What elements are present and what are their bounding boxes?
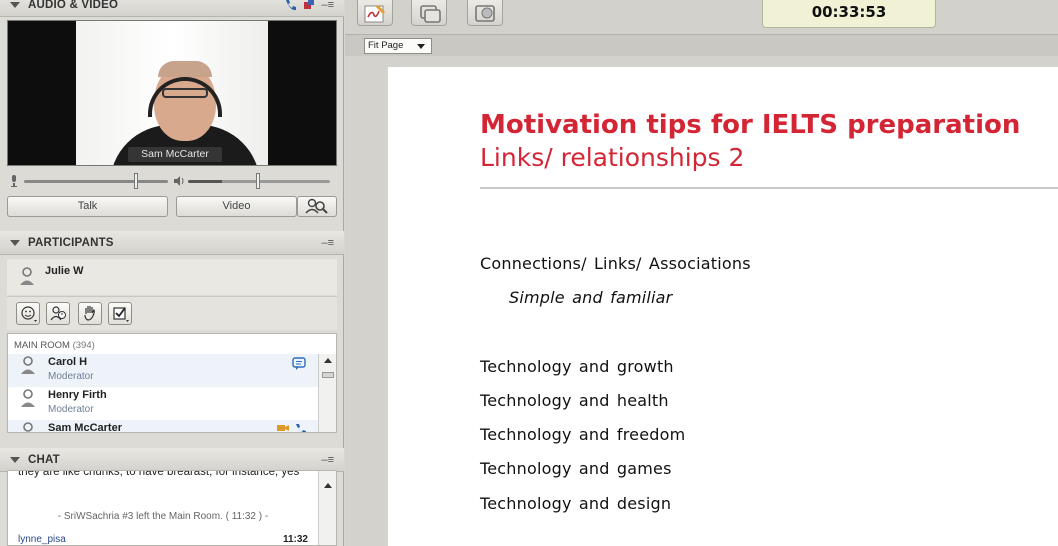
whiteboard-icon bbox=[364, 3, 388, 28]
scroll-up-icon[interactable] bbox=[324, 358, 332, 363]
slide-item: Technology and design bbox=[480, 494, 672, 513]
step-away-button[interactable] bbox=[46, 302, 70, 325]
speaker-volume-slider[interactable] bbox=[256, 173, 260, 189]
slide-item: Technology and health bbox=[480, 391, 669, 410]
presentation-slide: Motivation tips for IELTS preparation Li… bbox=[388, 67, 1058, 546]
chat-bubble-icon[interactable] bbox=[292, 357, 306, 373]
participants-header[interactable]: PARTICIPANTS –≡ bbox=[0, 231, 344, 255]
slide-italic-note: Simple and familiar bbox=[509, 288, 673, 307]
slide-divider bbox=[480, 187, 1058, 189]
find-person-button[interactable] bbox=[297, 196, 337, 217]
room-label: MAIN ROOM (394) bbox=[14, 340, 95, 351]
chat-scrollbar[interactable] bbox=[318, 471, 336, 545]
participant-scrollbar[interactable] bbox=[318, 354, 336, 432]
person-icon bbox=[20, 389, 36, 407]
mic-volume-slider[interactable] bbox=[134, 173, 138, 189]
panel-menu-icon[interactable]: –≡ bbox=[321, 237, 334, 249]
collapse-triangle-icon[interactable] bbox=[10, 1, 20, 8]
person-icon bbox=[20, 422, 36, 432]
my-name: Julie W bbox=[45, 265, 84, 277]
mic-volume-track[interactable] bbox=[24, 180, 168, 183]
audio-video-title: AUDIO & VIDEO bbox=[28, 0, 119, 11]
participant-row[interactable]: Henry Firth Moderator bbox=[8, 387, 320, 420]
globe-icon bbox=[474, 3, 498, 28]
participant-name: Carol H bbox=[48, 356, 88, 368]
chevron-down-icon bbox=[417, 44, 425, 49]
talking-status-icon bbox=[294, 422, 308, 432]
chat-timestamp: 11:32 bbox=[282, 534, 308, 545]
participant-tools bbox=[7, 296, 337, 330]
volume-controls bbox=[8, 172, 338, 190]
panel-menu-icon[interactable]: –≡ bbox=[321, 454, 334, 466]
slide-heading: Connections/ Links/ Associations bbox=[480, 254, 751, 273]
chat-title: CHAT bbox=[28, 453, 60, 466]
chat-username: lynne_pisa bbox=[18, 534, 66, 545]
camera-status-icon bbox=[276, 423, 290, 432]
slide-subtitle: Links/ relationships 2 bbox=[480, 143, 745, 172]
chat-header[interactable]: CHAT –≡ bbox=[0, 448, 344, 472]
participants-title: PARTICIPANTS bbox=[28, 236, 114, 249]
my-status-row: Julie W bbox=[7, 259, 337, 295]
raise-hand-button[interactable] bbox=[78, 302, 102, 325]
participant-role: Moderator bbox=[48, 371, 94, 382]
video-feed: Sam McCarter bbox=[7, 20, 337, 166]
top-toolbar: 00:33:53 bbox=[345, 0, 1058, 34]
view-options-bar: Fit Page bbox=[345, 34, 1058, 56]
participant-name: Sam McCarter bbox=[48, 422, 122, 433]
webcam-image bbox=[76, 21, 268, 165]
speaker-icon bbox=[173, 175, 185, 187]
video-button[interactable]: Video bbox=[176, 196, 297, 217]
slide-title: Motivation tips for IELTS preparation bbox=[480, 110, 1021, 140]
app-share-icon bbox=[418, 3, 442, 28]
person-icon bbox=[20, 356, 36, 374]
polling-button[interactable] bbox=[108, 302, 132, 325]
talk-button[interactable]: Talk bbox=[7, 196, 168, 217]
slide-item: Technology and freedom bbox=[480, 425, 686, 444]
panel-menu-icon[interactable]: –≡ bbox=[321, 0, 334, 11]
chat-system-message: - SriWSachria #3 left the Main Room. ( 1… bbox=[57, 511, 269, 522]
audio-video-header[interactable]: AUDIO & VIDEO –≡ bbox=[0, 0, 344, 17]
network-icon[interactable] bbox=[302, 0, 316, 12]
chat-history: they are like chunks, to have brearast, … bbox=[7, 470, 337, 546]
speaker-name-tag: Sam McCarter bbox=[128, 147, 222, 162]
web-tour-button[interactable] bbox=[467, 0, 503, 26]
participant-role: Moderator bbox=[48, 404, 94, 415]
scroll-up-icon[interactable] bbox=[324, 483, 332, 488]
slide-item: Technology and growth bbox=[480, 357, 674, 376]
collapse-triangle-icon[interactable] bbox=[10, 239, 20, 246]
application-share-button[interactable] bbox=[411, 0, 447, 26]
person-icon bbox=[19, 267, 35, 285]
collapse-triangle-icon[interactable] bbox=[10, 456, 20, 463]
session-timer: 00:33:53 bbox=[762, 0, 936, 28]
left-sidebar: AUDIO & VIDEO –≡ Sam McCarter Talk Video… bbox=[0, 0, 344, 546]
chat-message: they are like chunks, to have brearast, … bbox=[18, 470, 300, 478]
search-person-icon bbox=[305, 198, 329, 222]
microphone-icon bbox=[10, 175, 18, 187]
phone-icon[interactable] bbox=[284, 0, 298, 12]
zoom-select-value: Fit Page bbox=[368, 40, 404, 51]
whiteboard-button[interactable] bbox=[357, 0, 393, 26]
participant-name: Henry Firth bbox=[48, 389, 107, 401]
participant-row[interactable]: Carol H Moderator bbox=[8, 354, 320, 387]
slide-item: Technology and games bbox=[480, 459, 672, 478]
emotion-button[interactable] bbox=[16, 302, 40, 325]
scroll-thumb[interactable] bbox=[322, 372, 334, 378]
participant-row[interactable]: Sam McCarter bbox=[8, 420, 320, 433]
participant-list: MAIN ROOM (394) Carol H Moderator Henry … bbox=[7, 333, 337, 433]
content-stage: Motivation tips for IELTS preparation Li… bbox=[345, 56, 1058, 546]
zoom-select[interactable]: Fit Page bbox=[364, 38, 432, 54]
